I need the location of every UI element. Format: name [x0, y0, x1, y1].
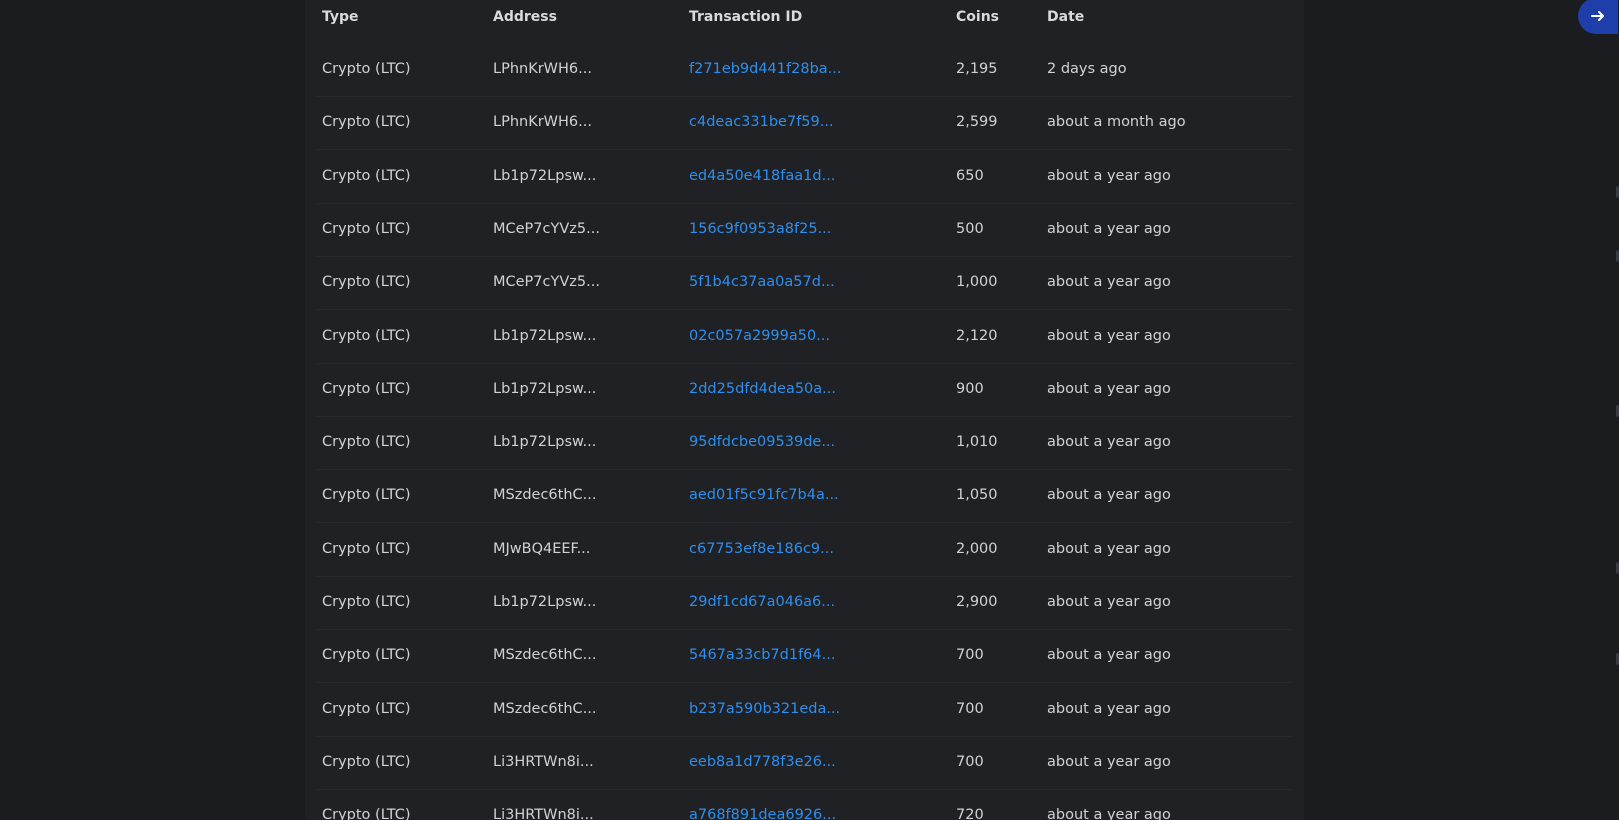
cell-transaction-link[interactable]: 02c057a2999a50...: [689, 328, 830, 344]
table-row: Crypto (LTC) Lb1p72Lpsw... 2dd25dfd4dea50a…: [305, 364, 1304, 417]
cell-date: about a year ago: [1047, 434, 1171, 451]
cell-date: about a year ago: [1047, 380, 1171, 397]
expand-button[interactable]: [1578, 0, 1618, 34]
cell-address: Li3HRTWn8i...: [493, 807, 594, 820]
cell-address: Lb1p72Lpsw...: [493, 327, 597, 344]
cell-transaction-link[interactable]: aed01f5c91fc7b4a...: [689, 487, 839, 503]
table-row: Crypto (LTC) LPhnKrWH6... f271eb9d441f28ba…: [305, 44, 1304, 97]
cell-coins: 720: [956, 807, 984, 820]
table-row: Crypto (LTC) Li3HRTWn8i... a768f891dea6926…: [305, 790, 1304, 820]
table-row: Crypto (LTC) Lb1p72Lpsw... ed4a50e418faa1d…: [305, 151, 1304, 204]
cell-type: Crypto (LTC): [322, 434, 411, 451]
cell-date: 2 days ago: [1047, 61, 1127, 77]
table-row: Crypto (LTC) MSzdec6thC... aed01f5c91fc7b4…: [305, 470, 1304, 524]
cell-type: Crypto (LTC): [322, 167, 411, 184]
cell-type: Crypto (LTC): [322, 647, 411, 664]
cell-coins: 900: [956, 380, 984, 397]
cell-address: Lb1p72Lpsw...: [493, 380, 597, 397]
cell-date: about a year ago: [1047, 647, 1171, 664]
cell-type: Crypto (LTC): [322, 540, 411, 557]
cell-type: Crypto (LTC): [322, 114, 411, 131]
table-row: Crypto (LTC) MCeP7cYVz5... 5f1b4c37aa0a57d…: [305, 257, 1304, 311]
cell-transaction-link[interactable]: 156c9f0953a8f25...: [689, 221, 831, 237]
cell-address: MJwBQ4EEF...: [493, 540, 591, 557]
cell-address: MSzdec6thC...: [493, 487, 597, 504]
table-row: Crypto (LTC) LPhnKrWH6... c4deac331be7f59.…: [305, 97, 1304, 151]
table-row: Crypto (LTC) Lb1p72Lpsw... 02c057a2999a50.…: [305, 311, 1304, 364]
header-coins: Coins: [956, 9, 999, 25]
table-row: Crypto (LTC) Lb1p72Lpsw... 95dfdcbe09539de…: [305, 417, 1304, 471]
cell-address: Lb1p72Lpsw...: [493, 167, 597, 184]
cell-type: Crypto (LTC): [322, 380, 411, 397]
header-date: Date: [1047, 9, 1085, 25]
cell-date: about a year ago: [1047, 327, 1171, 344]
cell-address: LPhnKrWH6...: [493, 114, 592, 131]
cell-type: Crypto (LTC): [322, 807, 411, 820]
cell-date: about a year ago: [1047, 274, 1171, 291]
cell-coins: 2,000: [956, 540, 998, 557]
cell-coins: 650: [956, 167, 984, 184]
cell-address: LPhnKrWH6...: [493, 61, 592, 77]
cell-coins: 2,900: [956, 594, 998, 610]
header-type: Type: [322, 9, 359, 25]
table-row: Crypto (LTC) MJwBQ4EEF... c67753ef8e186c9.…: [305, 524, 1304, 577]
cell-transaction-link[interactable]: 95dfdcbe09539de...: [689, 434, 835, 450]
cell-type: Crypto (LTC): [322, 61, 411, 77]
cell-date: about a year ago: [1047, 220, 1171, 237]
cell-type: Crypto (LTC): [322, 220, 411, 237]
cell-address: MSzdec6thC...: [493, 700, 597, 717]
cell-type: Crypto (LTC): [322, 327, 411, 344]
cell-transaction-link[interactable]: ed4a50e418faa1d...: [689, 168, 835, 184]
cell-coins: 2,599: [956, 114, 998, 131]
cell-transaction-link[interactable]: 5f1b4c37aa0a57d...: [689, 274, 835, 290]
cell-coins: 1,050: [956, 487, 998, 504]
table-row: Crypto (LTC) MSzdec6thC... b237a590b321eda…: [305, 684, 1304, 737]
table-row: Crypto (LTC) Lb1p72Lpsw... 29df1cd67a046a6…: [305, 577, 1304, 630]
cell-date: about a year ago: [1047, 594, 1171, 610]
cell-transaction-link[interactable]: f271eb9d441f28ba...: [689, 61, 841, 77]
table-header: Type Address Transaction ID Coins Date: [305, 0, 1304, 36]
cell-address: MSzdec6thC...: [493, 647, 597, 664]
cell-date: about a year ago: [1047, 487, 1171, 504]
cell-coins: 1,010: [956, 434, 998, 451]
table-row: Crypto (LTC) MCeP7cYVz5... 156c9f0953a8f25…: [305, 204, 1304, 257]
cell-transaction-link[interactable]: 2dd25dfd4dea50a...: [689, 381, 836, 397]
cell-coins: 700: [956, 753, 984, 770]
cell-address: Lb1p72Lpsw...: [493, 594, 597, 610]
cell-type: Crypto (LTC): [322, 487, 411, 504]
cell-type: Crypto (LTC): [322, 594, 411, 610]
cell-address: MCeP7cYVz5...: [493, 220, 600, 237]
cell-address: MCeP7cYVz5...: [493, 274, 600, 291]
transactions-panel: Type Address Transaction ID Coins Date C…: [305, 0, 1304, 820]
cell-coins: 2,120: [956, 327, 998, 344]
cell-address: Lb1p72Lpsw...: [493, 434, 597, 451]
cell-date: about a year ago: [1047, 807, 1171, 820]
cell-coins: 2,195: [956, 61, 998, 77]
table-row: Crypto (LTC) MSzdec6thC... 5467a33cb7d1f64…: [305, 630, 1304, 684]
cell-date: about a year ago: [1047, 700, 1171, 717]
cell-transaction-link[interactable]: a768f891dea6926...: [689, 807, 836, 820]
cell-date: about a year ago: [1047, 167, 1171, 184]
header-transaction-id: Transaction ID: [689, 9, 803, 25]
cell-type: Crypto (LTC): [322, 274, 411, 291]
cell-transaction-link[interactable]: b237a590b321eda...: [689, 701, 840, 717]
cell-type: Crypto (LTC): [322, 753, 411, 770]
cell-coins: 700: [956, 700, 984, 717]
cell-date: about a month ago: [1047, 114, 1186, 131]
cell-type: Crypto (LTC): [322, 700, 411, 717]
cell-transaction-link[interactable]: c67753ef8e186c9...: [689, 541, 834, 557]
cell-transaction-link[interactable]: eeb8a1d778f3e26...: [689, 754, 836, 770]
cell-date: about a year ago: [1047, 753, 1171, 770]
cell-coins: 1,000: [956, 274, 998, 291]
cell-date: about a year ago: [1047, 540, 1171, 557]
table-row: Crypto (LTC) Li3HRTWn8i... eeb8a1d778f3e26…: [305, 737, 1304, 790]
cell-coins: 700: [956, 647, 984, 664]
cell-coins: 500: [956, 220, 984, 237]
cell-transaction-link[interactable]: 5467a33cb7d1f64...: [689, 647, 835, 663]
cell-transaction-link[interactable]: 29df1cd67a046a6...: [689, 594, 835, 610]
cell-transaction-link[interactable]: c4deac331be7f59...: [689, 114, 834, 130]
cell-address: Li3HRTWn8i...: [493, 753, 594, 770]
header-address: Address: [493, 9, 557, 25]
arrow-right-icon: [1591, 11, 1604, 21]
